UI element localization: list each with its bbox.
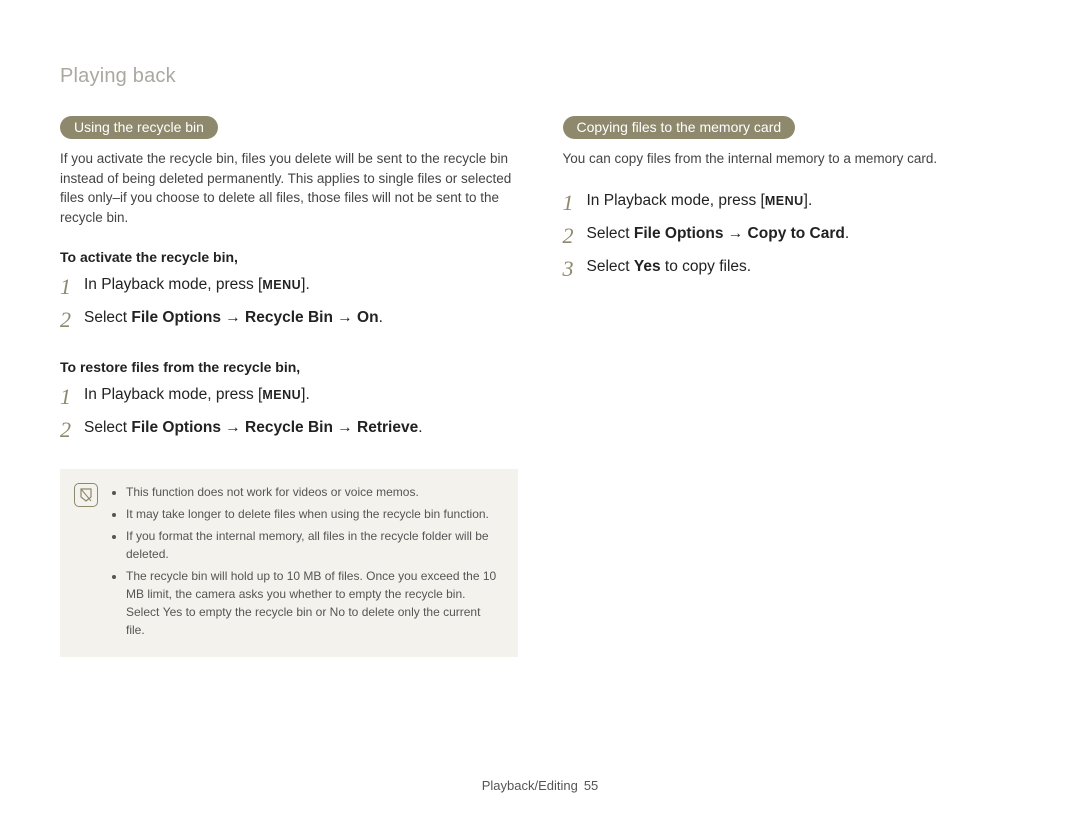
step-bold-path: File Options → Recycle Bin → On xyxy=(131,309,378,326)
section-pill-copy-card: Copying files to the memory card xyxy=(563,116,796,139)
step-text-post: . xyxy=(418,419,422,436)
note-box: This function does not work for videos o… xyxy=(60,469,518,657)
step-text-pre: Select xyxy=(587,258,634,275)
step-text: In Playback mode, press [MENU]. xyxy=(84,275,518,296)
note-item: It may take longer to delete files when … xyxy=(126,505,502,523)
step-text: Select File Options → Recycle Bin → On. xyxy=(84,308,518,329)
note-bold-yes: Yes xyxy=(163,605,183,619)
menu-label: MENU xyxy=(765,194,804,208)
step-copy-3: 3 Select Yes to copy files. xyxy=(563,257,1021,280)
right-column: Copying files to the memory card You can… xyxy=(563,116,1021,657)
subhead-activate: To activate the recycle bin, xyxy=(60,249,518,265)
note-item: If you format the internal memory, all f… xyxy=(126,527,502,563)
note-item: The recycle bin will hold up to 10 MB of… xyxy=(126,567,502,639)
step-bold-path: File Options → Copy to Card xyxy=(634,225,845,242)
step-text-pre: In Playback mode, press [ xyxy=(84,276,262,293)
step-text-pre: In Playback mode, press [ xyxy=(84,386,262,403)
step-text-post: ]. xyxy=(804,192,813,209)
step-text: Select File Options → Recycle Bin → Retr… xyxy=(84,418,518,439)
step-text-pre: Select xyxy=(84,419,131,436)
section-pill-recycle-bin: Using the recycle bin xyxy=(60,116,218,139)
step-text-post: . xyxy=(845,225,849,242)
step-text-pre: Select xyxy=(587,225,634,242)
content-columns: Using the recycle bin If you activate th… xyxy=(60,116,1020,657)
recycle-bin-description: If you activate the recycle bin, files y… xyxy=(60,149,518,227)
footer-section: Playback/Editing xyxy=(482,778,578,793)
step-text-post: . xyxy=(379,309,383,326)
step-number: 1 xyxy=(563,192,587,214)
left-column: Using the recycle bin If you activate th… xyxy=(60,116,518,657)
step-text: In Playback mode, press [MENU]. xyxy=(84,385,518,406)
step-number: 2 xyxy=(60,419,84,441)
note-bold-no: No xyxy=(330,605,345,619)
note-item: This function does not work for videos o… xyxy=(126,483,502,501)
step-number: 1 xyxy=(60,276,84,298)
step-text: Select Yes to copy files. xyxy=(587,257,1021,278)
step-text-pre: In Playback mode, press [ xyxy=(587,192,765,209)
footer-page-number: 55 xyxy=(584,778,598,793)
step-text-post: to copy files. xyxy=(661,258,751,275)
note-list: This function does not work for videos o… xyxy=(110,483,502,643)
step-text: In Playback mode, press [MENU]. xyxy=(587,191,1021,212)
step-activate-2: 2 Select File Options → Recycle Bin → On… xyxy=(60,308,518,331)
step-text-post: ]. xyxy=(301,276,310,293)
step-copy-2: 2 Select File Options → Copy to Card. xyxy=(563,224,1021,247)
menu-label: MENU xyxy=(262,388,301,402)
menu-label: MENU xyxy=(262,278,301,292)
step-number: 2 xyxy=(60,309,84,331)
step-bold-yes: Yes xyxy=(634,258,661,275)
copy-card-description: You can copy files from the internal mem… xyxy=(563,149,1021,169)
step-text: Select File Options → Copy to Card. xyxy=(587,224,1021,245)
step-number: 2 xyxy=(563,225,587,247)
note-text: to empty the recycle bin or xyxy=(182,605,329,619)
step-number: 1 xyxy=(60,386,84,408)
manual-page: Playing back Using the recycle bin If yo… xyxy=(0,0,1080,657)
step-restore-2: 2 Select File Options → Recycle Bin → Re… xyxy=(60,418,518,441)
step-number: 3 xyxy=(563,258,587,280)
step-copy-1: 1 In Playback mode, press [MENU]. xyxy=(563,191,1021,214)
page-header: Playing back xyxy=(60,65,1020,88)
subhead-restore: To restore files from the recycle bin, xyxy=(60,359,518,375)
step-text-post: ]. xyxy=(301,386,310,403)
step-text-pre: Select xyxy=(84,309,131,326)
page-footer: Playback/Editing 55 xyxy=(0,778,1080,793)
step-activate-1: 1 In Playback mode, press [MENU]. xyxy=(60,275,518,298)
note-icon xyxy=(74,483,98,507)
step-restore-1: 1 In Playback mode, press [MENU]. xyxy=(60,385,518,408)
step-bold-path: File Options → Recycle Bin → Retrieve xyxy=(131,419,418,436)
